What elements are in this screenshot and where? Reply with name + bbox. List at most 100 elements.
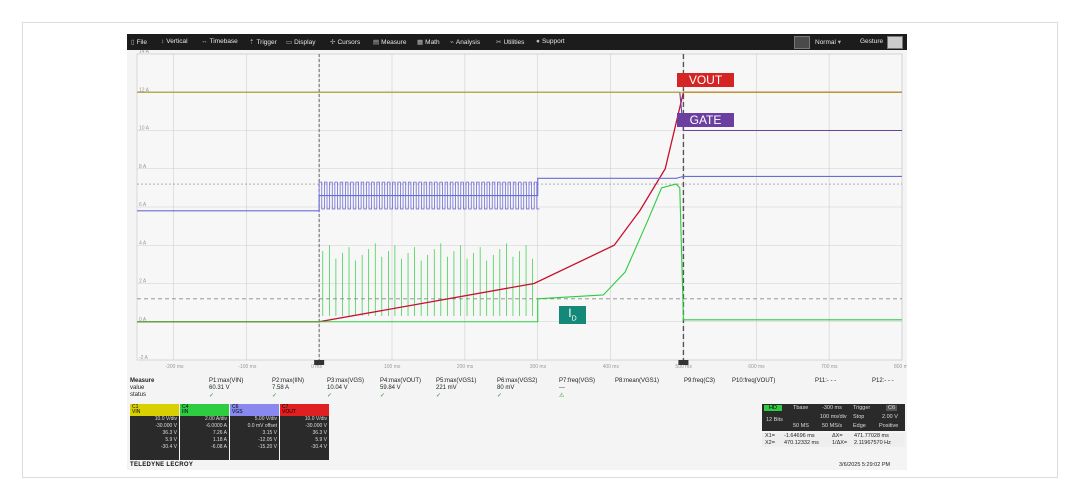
y-tick-label: 6 A	[139, 202, 147, 208]
channel-box-c1[interactable]: C1 VIN 10.0 V/div -30.000 V 36.3 V 5.9 V -30.4…	[130, 404, 179, 460]
mode-label: Normal	[815, 39, 836, 46]
hd-badge: HD	[764, 405, 782, 411]
channel-r2: 5.9 V	[315, 437, 327, 443]
gesture-label: Gesture	[860, 38, 884, 45]
math-icon: ▦	[417, 39, 424, 46]
cursors-icon: ✢	[330, 39, 336, 46]
analysis-icon: ⌁	[450, 39, 454, 46]
menu-math[interactable]: ▦ Math	[417, 38, 440, 46]
menu-label: Analysis	[455, 39, 481, 46]
measure-name-p10[interactable]: P10:freq(VOUT)	[732, 378, 775, 384]
utilities-icon: ✂	[496, 39, 502, 46]
tbase-label: Tbase	[793, 405, 809, 411]
menu-label: Measure	[381, 39, 407, 46]
channel-box-c4[interactable]: C4 IIN 2.00 A/div -6.0000 A 7.26 A 1.18 A -6.0…	[180, 404, 229, 460]
menu-vertical[interactable]: ↕ Vertical	[161, 38, 188, 45]
y-tick-label: 2 A	[139, 279, 147, 285]
measure-name-p5[interactable]: P5:max(VGS1)	[436, 378, 476, 384]
menu-utilities[interactable]: ✂ Utilities	[496, 38, 524, 46]
channel-name: VIN	[132, 409, 141, 415]
measure-value-p5: 221 mV	[436, 385, 457, 391]
lock-icon[interactable]	[887, 36, 903, 49]
menu-trigger[interactable]: ⇡ Trigger	[249, 38, 277, 46]
id-label-sub: D	[571, 315, 577, 323]
trigger-level: 2.00 V	[882, 414, 898, 420]
measure-status-row: status	[130, 392, 147, 398]
channel-vdiv: 5.00 V/div	[254, 416, 277, 422]
x-tick-label: 800 ms	[894, 364, 907, 370]
measure-value-p3: 10.04 V	[327, 385, 348, 391]
dx-value: 471.77028 ms	[854, 433, 889, 439]
menu-label: Support	[541, 38, 565, 45]
vout-label: VOUT	[677, 73, 734, 87]
channel-header: C1 VIN	[130, 404, 179, 416]
menu-label: Timebase	[209, 38, 238, 45]
measure-name-p4[interactable]: P4:max(VOUT)	[380, 378, 421, 384]
channel-name: VOUT	[282, 409, 296, 415]
menu-file[interactable]: ▯ File	[131, 38, 147, 46]
measure-title: Measure	[130, 378, 155, 384]
menu-analysis[interactable]: ⌁ Analysis	[450, 38, 480, 46]
menu-display[interactable]: ▭ Display	[286, 38, 315, 46]
y-tick-label: -2 A	[139, 355, 149, 361]
measure-name-p11[interactable]: P11:- - -	[815, 378, 836, 384]
gate-label-text: GATE	[689, 113, 722, 127]
menu-measure[interactable]: ▤ Measure	[373, 38, 406, 46]
mode-select[interactable]: Normal ▾	[815, 38, 843, 46]
menu-label: Cursors	[337, 39, 361, 46]
channel-r1: 36.3 V	[312, 430, 327, 436]
y-tick-label: 8 A	[139, 164, 147, 170]
x2-value: 470.12332 ms	[784, 440, 819, 446]
measure-table: Measure value status P1:max(VIN) 60.31 V ✓…	[127, 376, 907, 399]
channel-header: C7 VOUT	[280, 404, 329, 416]
support-icon: ●	[536, 38, 540, 45]
measure-value-p6: 80 mV	[497, 385, 515, 391]
measure-name-p1[interactable]: P1:max(VIN)	[209, 378, 243, 384]
cursor-marker-tag	[678, 360, 689, 365]
channel-r3: -30.4 V	[310, 444, 327, 450]
channel-r1: 7.26 A	[212, 430, 227, 436]
menu-cursors[interactable]: ✢ Cursors	[330, 38, 360, 46]
measure-status-p2: ✓	[272, 393, 278, 399]
channel-box-c6[interactable]: C6 VGS 5.00 V/div 0.0 mV offset 3.15 V -12.05…	[230, 404, 279, 460]
channel-name: VGS	[232, 409, 243, 415]
channel-vdiv: 2.00 A/div	[205, 416, 227, 422]
menu-support[interactable]: ● Support	[536, 38, 565, 45]
menu-timebase[interactable]: ↔ Timebase	[201, 38, 238, 45]
channel-vdiv: 10.0 V/div	[304, 416, 327, 422]
display-icon: ▭	[286, 39, 293, 46]
measure-value-row: value	[130, 385, 145, 391]
timebase-box[interactable]: HD 12 Bits Tbase -300 ms Trigger C6 100 …	[762, 404, 905, 431]
trigger-icon: ⇡	[249, 39, 255, 46]
vout-label-text: VOUT	[688, 73, 723, 87]
channel-name: IIN	[182, 409, 189, 415]
channel-r2: 5.9 V	[165, 437, 177, 443]
x-tick-label: 600 ms	[748, 364, 765, 370]
measure-status-p1: ✓	[209, 393, 215, 399]
mode-icon[interactable]	[794, 36, 810, 49]
slope-label: Positive	[879, 423, 899, 429]
oscilloscope-screen: Normal ▾ Gesture ▯ File ↕ Vertical ↔ Timebase…	[127, 34, 907, 470]
channel-offset: -30.000 V	[305, 423, 327, 429]
sample-count: 50 MS	[793, 423, 809, 429]
x-tick-label: 400 ms	[603, 364, 620, 370]
measure-name-p3[interactable]: P3:max(VGS)	[327, 378, 364, 384]
gesture-toggle[interactable]: Gesture	[860, 38, 883, 45]
measure-name-p2[interactable]: P2:max(IIN)	[272, 378, 304, 384]
measure-name-p6[interactable]: P6:max(VGS2)	[497, 378, 537, 384]
measure-name-p8[interactable]: P8:mean(VGS1)	[615, 378, 659, 384]
measure-status-p3: ✓	[327, 393, 333, 399]
edge-label: Edge	[853, 423, 866, 429]
timebase-div: 100 ms/div	[820, 414, 847, 420]
measure-name-p7[interactable]: P7:freq(VGS)	[559, 378, 595, 384]
gate-label: GATE	[677, 113, 734, 127]
measure-value-p7: ---	[559, 385, 565, 391]
channel-r2: -12.05 V	[258, 437, 277, 443]
measure-status-p4: ✓	[380, 393, 386, 399]
x1-label: X1=	[765, 433, 775, 439]
measure-icon: ▤	[373, 39, 380, 46]
channel-box-c7[interactable]: C7 VOUT 10.0 V/div -30.000 V 36.3 V 5.9 V -30.…	[280, 404, 329, 460]
measure-name-p12[interactable]: P12:- - -	[872, 378, 894, 384]
measure-name-p9[interactable]: P9:freq(C3)	[684, 378, 715, 384]
x-tick-label: -100 ms	[238, 364, 257, 370]
